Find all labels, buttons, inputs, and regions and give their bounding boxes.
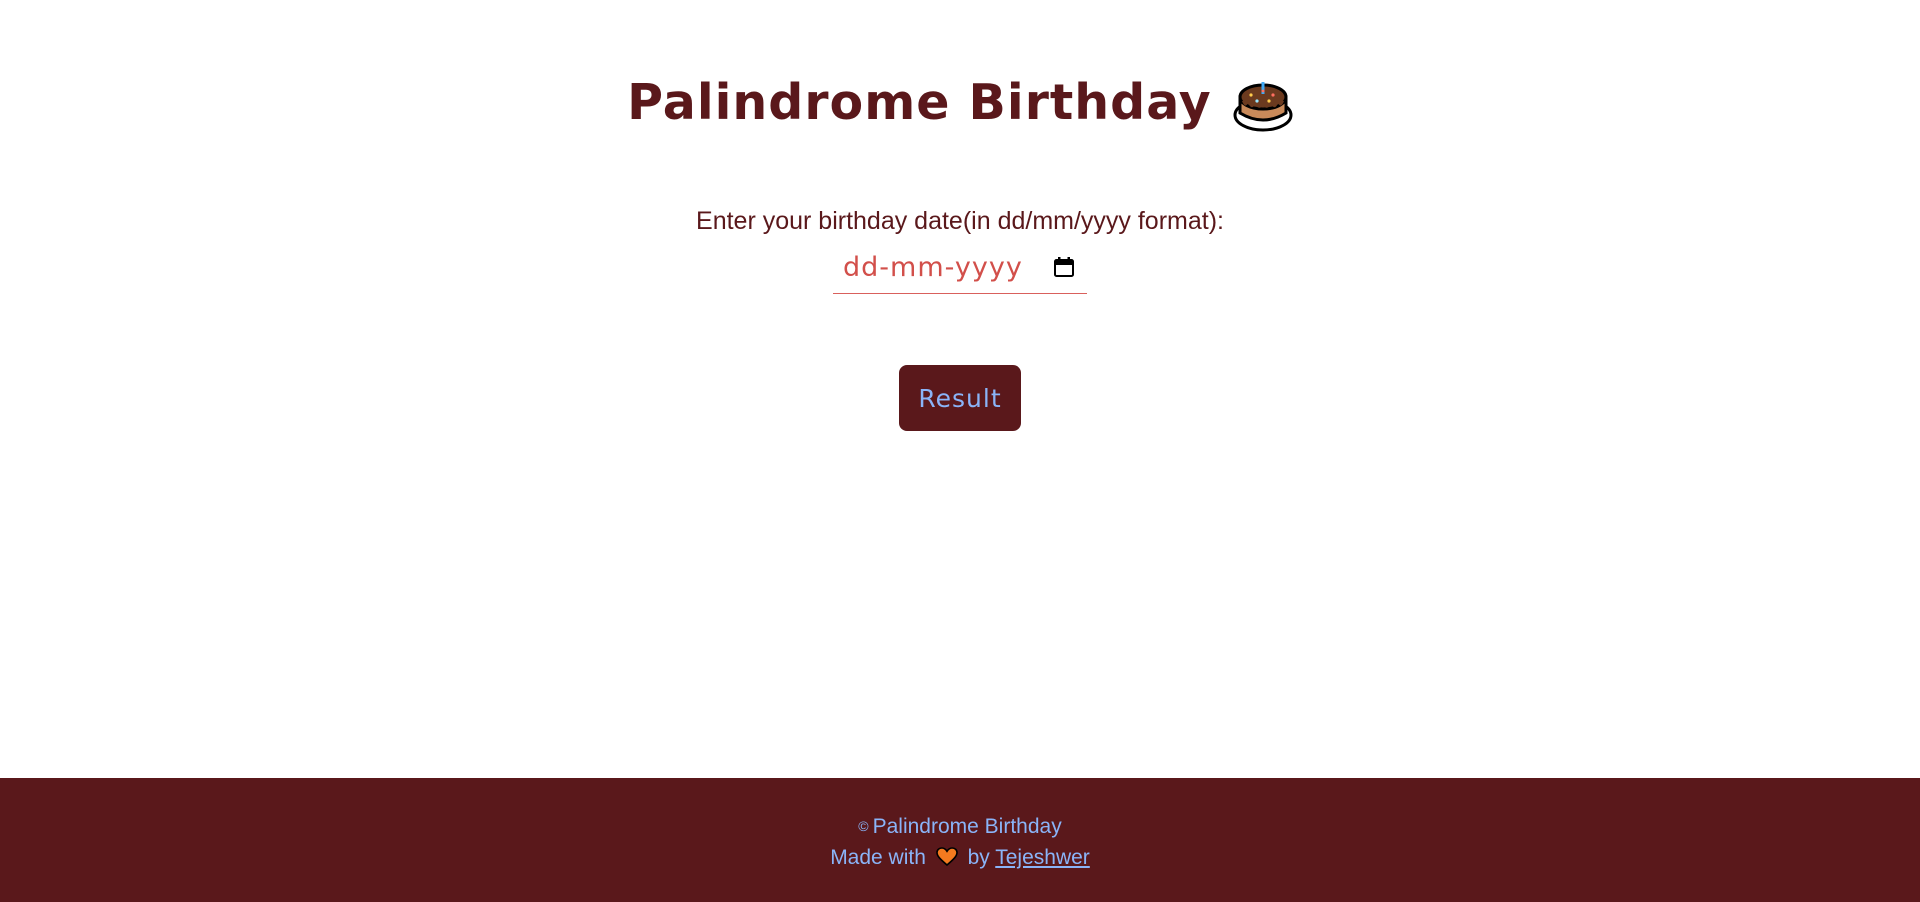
title-row: Palindrome Birthday xyxy=(0,68,1920,138)
page: Palindrome Birthday Enter your birthday … xyxy=(0,0,1920,902)
footer-copyright: © Palindrome Birthday xyxy=(0,811,1920,842)
footer: © Palindrome Birthday Made with by Tejesh… xyxy=(0,778,1920,902)
result-button[interactable]: Result xyxy=(899,365,1021,431)
copyright-symbol: © xyxy=(858,818,869,834)
date-placeholder: dd-mm-yyyy xyxy=(843,252,1023,283)
author-link[interactable]: Tejeshwer xyxy=(995,846,1090,869)
copyright-text: Palindrome Birthday xyxy=(872,815,1062,838)
calendar-icon[interactable] xyxy=(1053,256,1075,278)
orange-heart-icon xyxy=(935,847,958,867)
birthday-cake-icon xyxy=(1233,82,1293,132)
birthday-date-input[interactable]: dd-mm-yyyy xyxy=(833,246,1087,294)
footer-credit: Made with by Tejeshwer xyxy=(0,843,1920,873)
page-title: Palindrome Birthday xyxy=(627,74,1212,131)
made-with-text: Made with xyxy=(830,846,926,869)
by-text: by xyxy=(967,846,990,869)
birthday-label: Enter your birthday date(in dd/mm/yyyy f… xyxy=(696,207,1224,235)
